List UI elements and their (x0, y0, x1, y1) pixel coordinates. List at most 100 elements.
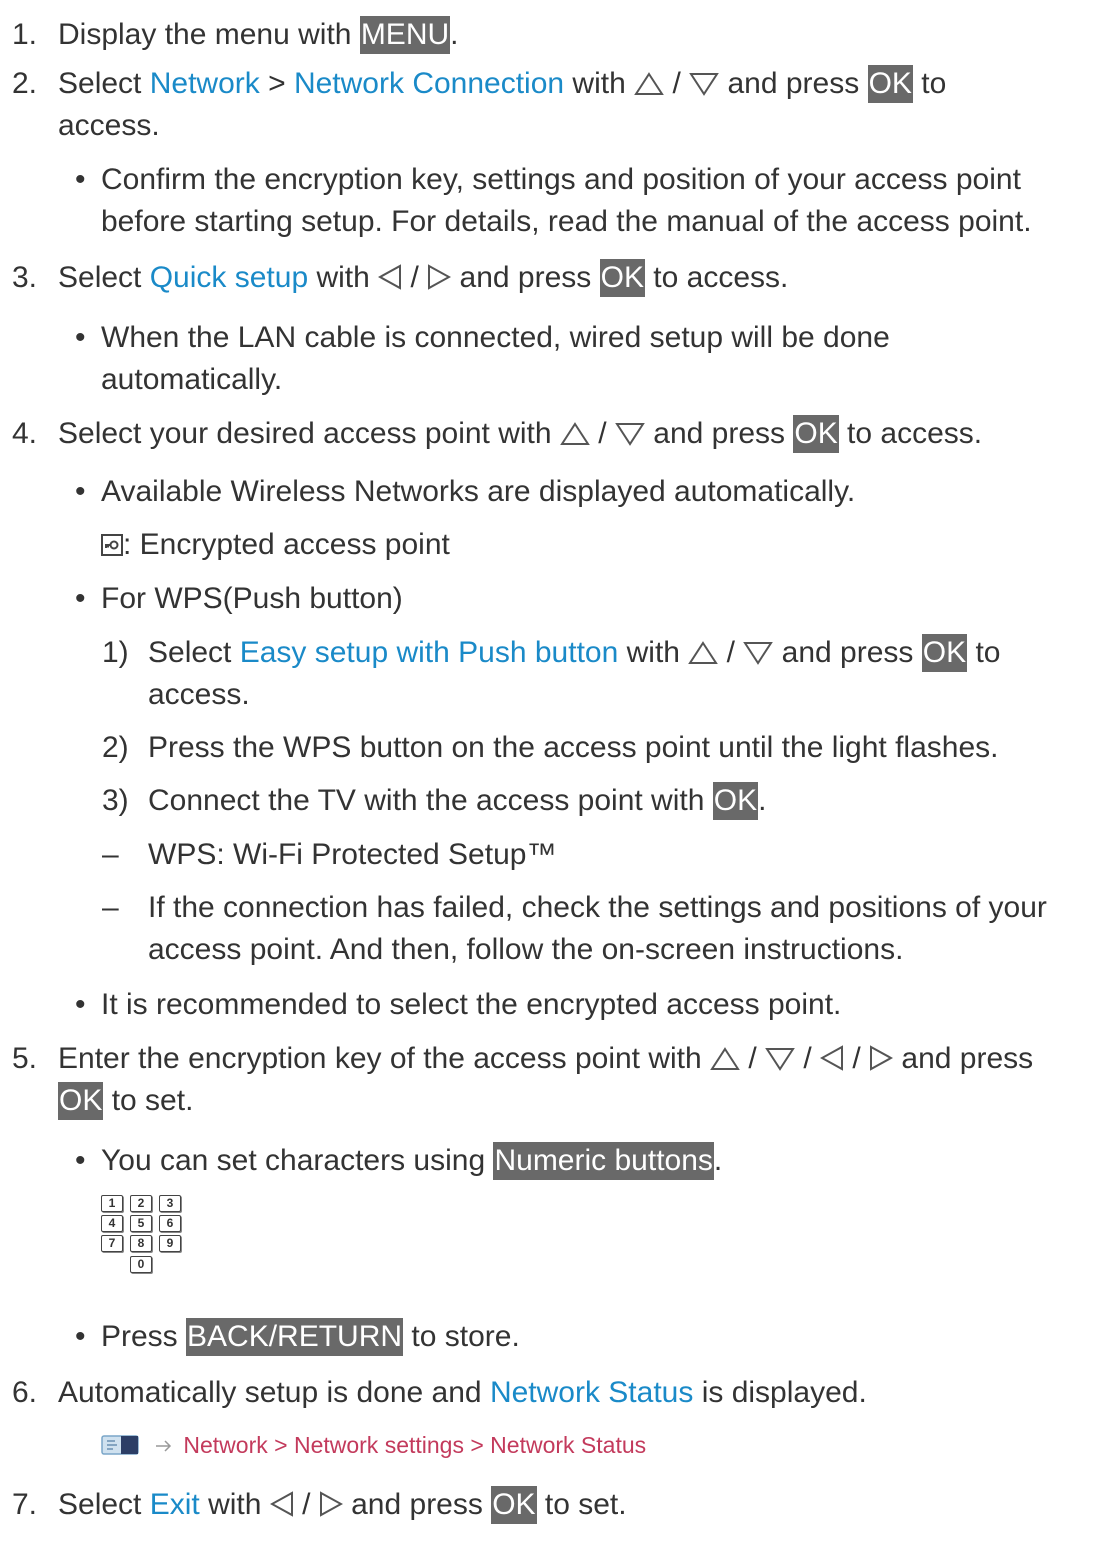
bullet-item: • Available Wireless Networks are displa… (75, 471, 1106, 513)
bullet-item: • When the LAN cable is connected, wired… (75, 317, 1106, 401)
step-text: to (912, 67, 947, 100)
ok-key: OK (867, 65, 913, 103)
keypad-key: 0 (130, 1256, 152, 1273)
up-arrow-icon (688, 641, 719, 664)
bullet-text: Available Wireless Networks are displaye… (101, 475, 856, 508)
quick-setup-link[interactable]: Quick setup (150, 261, 308, 294)
bullet-item: • For WPS(Push button) (75, 578, 1106, 620)
numeric-keypad-icon: 1 2 3 4 5 6 7 8 9 0 (101, 1195, 221, 1305)
right-arrow-icon (319, 1491, 343, 1517)
note-text: access point. And then, follow the on-sc… (148, 933, 904, 966)
ok-key: OK (58, 1082, 104, 1120)
step-7: 7. Select Exit with / and press OK to se… (12, 1484, 1106, 1526)
numeric-buttons-key: Numeric buttons (493, 1142, 714, 1180)
step-text: with (564, 67, 635, 100)
step-text: and press (719, 67, 868, 100)
dash-mark: – (102, 838, 119, 871)
step-6: 6. Automatically setup is done and Netwo… (12, 1372, 1106, 1414)
bullet-text: . (713, 1144, 723, 1177)
bullet-text: For WPS(Push button) (101, 582, 403, 615)
left-arrow-icon (269, 1491, 293, 1517)
menu-path: Network > Network settings > Network Sta… (101, 1428, 1101, 1462)
bullet-mark: • (75, 1320, 86, 1353)
legend-text: : Encrypted access point (123, 528, 450, 561)
up-arrow-icon (560, 422, 590, 445)
bullet-mark: • (75, 321, 86, 354)
bullet-mark: • (75, 1144, 86, 1177)
step-text: / (844, 1042, 870, 1075)
step-number: 1. (12, 18, 38, 51)
down-arrow-icon (689, 73, 719, 96)
step-4: 4. Select your desired access point with… (12, 413, 1106, 455)
bullet-mark: • (75, 163, 86, 196)
step-text: is displayed. (693, 1376, 867, 1409)
step-text: Select your desired access point with (58, 417, 560, 450)
left-arrow-icon (378, 264, 402, 290)
step-text: to set. (536, 1488, 627, 1521)
bullet-text: It is recommended to select the encrypte… (101, 988, 842, 1021)
step-text: / (795, 1042, 821, 1075)
keypad-key: 7 (101, 1235, 123, 1252)
step-text: and press (773, 636, 922, 669)
keypad-key: 2 (130, 1195, 152, 1212)
exit-link[interactable]: Exit (150, 1488, 200, 1521)
step-number: 2. (12, 67, 38, 100)
lock-key-icon (101, 534, 123, 556)
step-text: / (589, 417, 615, 450)
note-text: WPS: Wi-Fi Protected Setup™ (148, 838, 557, 871)
step-text: with (199, 1488, 270, 1521)
note-text: If the connection has failed, check the … (148, 891, 1047, 924)
step-text: Automatically setup is done and (58, 1376, 490, 1409)
step-text: Press the WPS button on the access point… (148, 731, 999, 764)
step-text: Display the menu with (58, 18, 360, 51)
step-text: / (293, 1488, 319, 1521)
up-arrow-icon (634, 72, 664, 95)
dash-mark: – (102, 891, 119, 924)
network-link[interactable]: Network (150, 67, 260, 100)
sub-step-number: 3) (102, 784, 129, 817)
sub-step-number: 2) (102, 731, 129, 764)
tv-guide-icon (101, 1435, 139, 1455)
step-text: and press (644, 417, 794, 450)
step-text: to access. (838, 417, 983, 450)
network-path-link[interactable]: Network > Network settings > Network Sta… (183, 1432, 646, 1458)
step-1: 1. Display the menu with MENU. (12, 14, 1106, 56)
step-2: 2. Select Network > Network Connection w… (12, 63, 1106, 147)
easy-setup-link[interactable]: Easy setup with Push button (240, 636, 619, 669)
bullet-text: before starting setup. For details, read… (101, 205, 1032, 238)
bullet-text: to store. (403, 1320, 520, 1353)
step-text: Select (58, 261, 150, 294)
arrow-right-icon (156, 1440, 172, 1452)
note-item: – If the connection has failed, check th… (102, 887, 1106, 971)
keypad-key: 4 (101, 1215, 123, 1232)
encrypted-legend: : Encrypted access point (101, 524, 1106, 566)
step-number: 4. (12, 417, 38, 450)
ok-key: OK (793, 415, 839, 453)
step-text: and press (342, 1488, 492, 1521)
bullet-item: • You can set characters using Numeric b… (75, 1140, 1106, 1182)
keypad-key: 1 (101, 1195, 123, 1212)
ok-key: OK (599, 259, 645, 297)
keypad-key: 3 (159, 1195, 181, 1212)
step-text: to set. (103, 1084, 194, 1117)
step-text: and press (451, 261, 600, 294)
step-text: access. (58, 109, 160, 142)
network-connection-link[interactable]: Network Connection (294, 67, 564, 100)
bullet-text: When the LAN cable is connected, wired s… (101, 321, 890, 354)
bullet-mark: • (75, 475, 86, 508)
bullet-item: • It is recommended to select the encryp… (75, 984, 1106, 1026)
step-text: / (740, 1042, 766, 1075)
back-return-key: BACK/RETURN (186, 1318, 404, 1356)
ok-key: OK (921, 634, 968, 672)
step-text: Select (58, 1488, 150, 1521)
right-arrow-icon (870, 1045, 894, 1071)
network-status-link[interactable]: Network Status (490, 1376, 693, 1409)
step-text: and press (893, 1042, 1034, 1075)
bullet-text: Confirm the encryption key, settings and… (101, 163, 1021, 196)
step-text: access. (148, 678, 250, 711)
step-text: . (758, 784, 767, 817)
ok-key: OK (491, 1486, 537, 1524)
instruction-page: 1. Display the menu with MENU. 2. Select… (0, 0, 1112, 1555)
step-text: / (718, 636, 744, 669)
step-text: Enter the encryption key of the access p… (58, 1042, 711, 1075)
